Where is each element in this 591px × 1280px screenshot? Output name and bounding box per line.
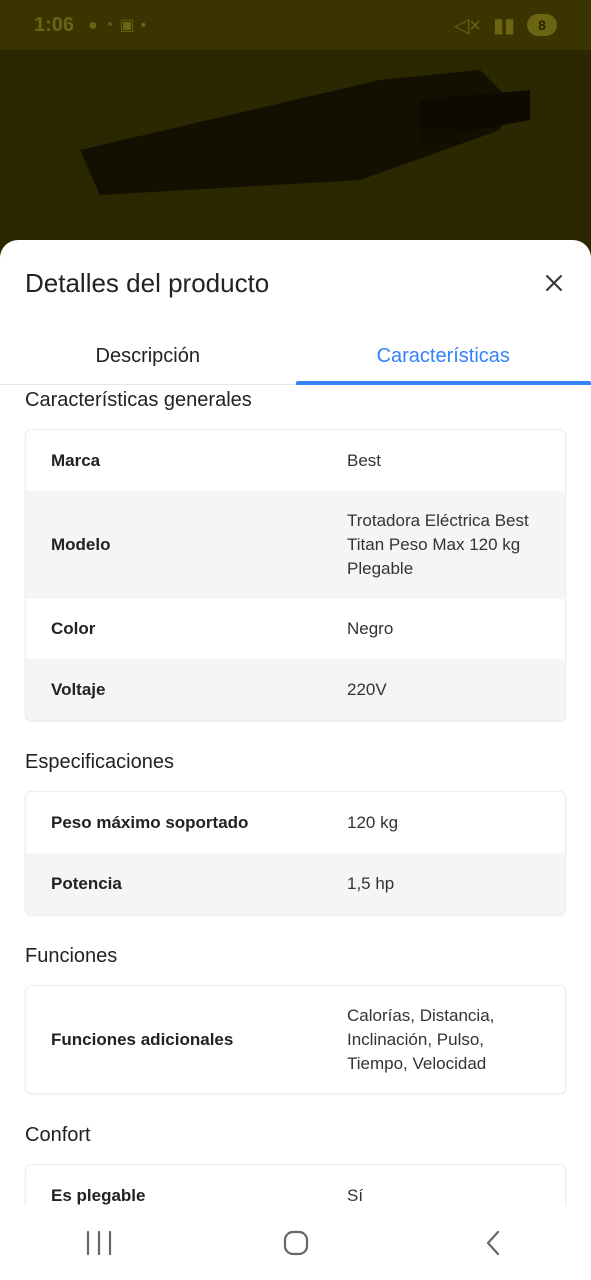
spec-table: Es plegable Sí: [25, 1164, 566, 1206]
table-row: Funciones adicionales Calorías, Distanci…: [26, 986, 565, 1093]
section-title: Confort: [25, 1124, 91, 1146]
back-icon: [486, 1230, 499, 1256]
close-icon: [546, 275, 562, 291]
section-funciones: Funciones: [25, 941, 566, 971]
treadmill-image: [80, 70, 530, 195]
row-value: Calorías, Distancia, Inclinación, Pulso,…: [347, 1005, 495, 1073]
row-key: Es plegable: [51, 1185, 146, 1205]
gallery-icon: ▣: [119, 17, 141, 34]
status-right: ◁× ▮▮ 8: [454, 13, 557, 38]
spec-table: Funciones adicionales Calorías, Distanci…: [25, 985, 566, 1094]
row-key: Color: [51, 619, 96, 638]
row-value: Sí: [347, 1185, 364, 1205]
tab-bar: Descripción Características: [0, 328, 591, 385]
recent-apps-button[interactable]: [69, 1223, 129, 1263]
row-key: Modelo: [51, 535, 111, 554]
row-value: Negro: [347, 619, 394, 638]
sheet-title: Detalles del producto: [25, 268, 270, 298]
back-button[interactable]: [463, 1223, 523, 1263]
status-bar: 1:06 ●◔▣• ◁× ▮▮ 8: [0, 0, 591, 50]
dnd-icon: ◔: [103, 17, 120, 34]
table-row: Es plegable Sí: [26, 1165, 565, 1206]
row-key: Voltaje: [51, 679, 106, 699]
dot-icon: •: [140, 17, 153, 34]
section-generales: Características generales: [25, 385, 566, 415]
section-title: Especificaciones: [25, 751, 174, 773]
tab-caracteristicas[interactable]: Características: [295, 328, 591, 385]
tab-descripcion[interactable]: Descripción: [0, 328, 296, 384]
section-title: Características generales: [25, 389, 252, 411]
home-button[interactable]: [266, 1223, 326, 1263]
status-time: 1:06: [34, 13, 75, 36]
row-value: 220V: [347, 679, 387, 699]
battery-icon: 8: [527, 14, 557, 36]
row-key: Peso máximo soportado: [51, 812, 249, 832]
close-button[interactable]: [541, 270, 567, 296]
notification-icon: ●: [88, 17, 104, 34]
row-value: 120 kg: [347, 812, 399, 832]
table-row: Color Negro: [26, 599, 565, 659]
section-title: Funciones: [25, 945, 118, 967]
row-key: Funciones adicionales: [51, 1029, 234, 1049]
table-row: Potencia 1,5 hp: [26, 853, 565, 914]
section-especificaciones: Especificaciones: [25, 747, 566, 777]
sheet-header: Detalles del producto: [0, 240, 591, 328]
recent-apps-icon: [86, 1230, 111, 1256]
spec-table: Marca Best Modelo Trotadora Eléctrica Be…: [25, 429, 566, 721]
home-icon: [283, 1230, 308, 1256]
product-details-sheet: Detalles del producto Descripción Caract…: [0, 240, 591, 1206]
status-icons: ●◔▣•: [88, 15, 152, 35]
characteristics-content: Características generales Marca Best Mod…: [0, 385, 591, 1206]
row-value: 1,5 hp: [347, 873, 395, 893]
row-value: Trotadora Eléctrica Best Titan Peso Max …: [347, 511, 529, 578]
row-key: Potencia: [51, 873, 122, 893]
row-key: Marca: [51, 450, 101, 470]
navigation-bar: [0, 1206, 591, 1280]
signal-icon: ▮▮: [492, 14, 515, 37]
section-confort: Confort: [25, 1120, 566, 1150]
table-row: Marca Best: [26, 430, 565, 491]
table-row: Modelo Trotadora Eléctrica Best Titan Pe…: [26, 491, 565, 599]
spec-table: Peso máximo soportado 120 kg Potencia 1,…: [25, 791, 566, 915]
mute-icon: ◁×: [453, 14, 481, 37]
row-value: Best: [347, 450, 382, 470]
table-row: Peso máximo soportado 120 kg: [26, 792, 565, 853]
table-row: Voltaje 220V: [26, 659, 565, 720]
